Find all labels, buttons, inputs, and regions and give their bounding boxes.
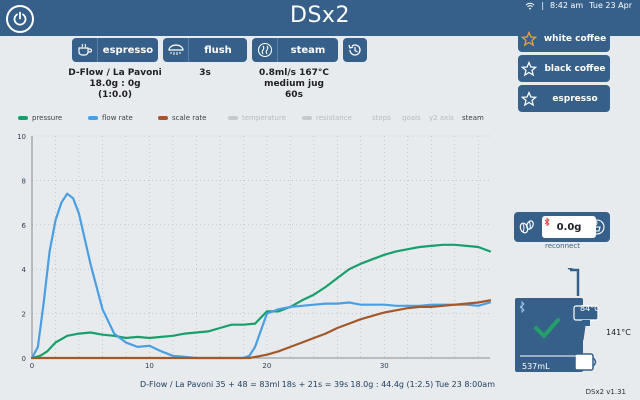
summary-profile: D-Flow / La Pavoni [140,380,214,389]
legend-scale-rate[interactable]: scale rate [158,114,206,122]
y-tick-label: 10 [17,133,26,141]
legend-steps-label: steps [372,114,391,122]
clock-time: 8:42 am [550,1,584,10]
legend-steam-label: steam [462,114,484,122]
legend-resistance[interactable]: resistance [302,114,352,122]
y-tick-label: 4 [22,266,27,274]
espresso-ratio: (1:0.0) [97,90,133,100]
legend-flow-rate[interactable]: flow rate [88,114,133,122]
legend-steps[interactable]: steps [372,114,391,122]
status-divider: | [541,1,545,10]
shower-icon [163,38,189,62]
favourite-label: espresso [552,93,598,104]
chart-legend: pressure flow rate scale rate temperatur… [18,114,493,126]
star-outline-icon [521,90,537,106]
espresso-info: D-Flow / La Pavoni 18.0g : 0g (1:0.0) [60,68,170,101]
x-tick-label: 20 [262,362,271,370]
star-outline-icon [521,60,537,76]
legend-scale-label: scale rate [172,114,207,122]
y-tick-label: 0 [22,355,26,363]
favourite-label: black coffee [544,63,606,74]
pressure-swatch [18,116,28,120]
app-version: DSx2 v1.31 [585,388,626,396]
steam-icon [252,38,278,62]
flush-info: 3s [163,68,247,79]
y-tick-label: 8 [22,177,26,185]
legend-goals[interactable]: goals [402,114,421,122]
shot-chart: 0 2 4 6 8 10 0 10 20 30 [17,133,492,370]
resistance-swatch [302,116,312,120]
scale-weight: 0.0g [556,221,582,233]
scale-widget: 0.0g [514,212,610,242]
legend-y2-label: y2 axis [429,114,454,122]
legend-y2-axis[interactable]: y2 axis [429,114,454,122]
star-filled-icon [521,30,537,47]
steam-jug: medium jug [264,79,324,89]
legend-pressure-label: pressure [32,114,63,122]
flush-button[interactable]: flush [163,38,247,62]
espresso-dose: 18.0g : 0g [89,79,141,89]
history-button[interactable] [343,38,367,62]
legend-goals-label: goals [402,114,421,122]
shot-summary: D-Flow / La Pavoni 35 + 48 = 83ml 18s + … [140,380,495,389]
water-level: 537mL [522,362,550,371]
favourite-label: white coffee [543,33,607,44]
espresso-profile: D-Flow / La Pavoni [68,68,162,78]
favourite-white-coffee[interactable]: white coffee [518,25,610,52]
legend-temperature-label: temperature [242,114,286,122]
steam-button[interactable]: steam [252,38,338,62]
x-tick-label: 0 [30,362,34,370]
legend-pressure[interactable]: pressure [18,114,62,122]
scale-reconnect[interactable]: reconnect [545,242,580,250]
favourite-espresso[interactable]: espresso [518,85,610,112]
cup-icon [72,38,98,62]
group-temperature: 84°C [580,304,600,313]
summary-ratio: 18.0g : 44.4g (1:2.5) [350,380,434,389]
x-tick-label: 10 [145,362,154,370]
espresso-button-label: espresso [102,44,154,56]
steam-time: 60s [285,90,303,100]
history-icon [348,44,361,56]
summary-date: Tue 23 8:00am [435,380,495,389]
flush-time: 3s [199,68,211,78]
status-area: | 8:42 am Tue 23 Apr [525,1,632,10]
legend-flow-label: flow rate [102,114,133,122]
flow-swatch [88,116,98,120]
pour-cup-icon [589,219,605,235]
cup-weight-button[interactable] [586,215,608,239]
coffee-beans-icon [519,220,534,234]
y-tick-label: 6 [22,222,27,230]
steam-info: 0.8ml/s 167°C medium jug 60s [244,68,344,101]
scale-swatch [158,116,168,120]
steam-button-label: steam [290,44,326,56]
steam-settings: 0.8ml/s 167°C [258,68,330,78]
wifi-icon [525,2,535,9]
steam-temperature: 141°C [606,328,631,337]
espresso-button[interactable]: espresso [72,38,158,62]
beans-button[interactable] [516,215,538,239]
x-tick-label: 30 [380,362,389,370]
legend-steam[interactable]: steam [462,114,484,122]
favourite-black-coffee[interactable]: black coffee [518,55,610,82]
legend-resistance-label: resistance [316,114,352,122]
y-tick-label: 2 [22,311,26,319]
bluetooth-off-icon [544,218,550,226]
legend-temperature[interactable]: temperature [228,114,286,122]
summary-time: 18s + 21s = 39s [281,380,349,389]
clock-date: Tue 23 Apr [589,1,632,10]
flush-button-label: flush [204,44,232,56]
summary-volume: 35 + 48 = 83ml [215,380,280,389]
temperature-swatch [228,116,238,120]
